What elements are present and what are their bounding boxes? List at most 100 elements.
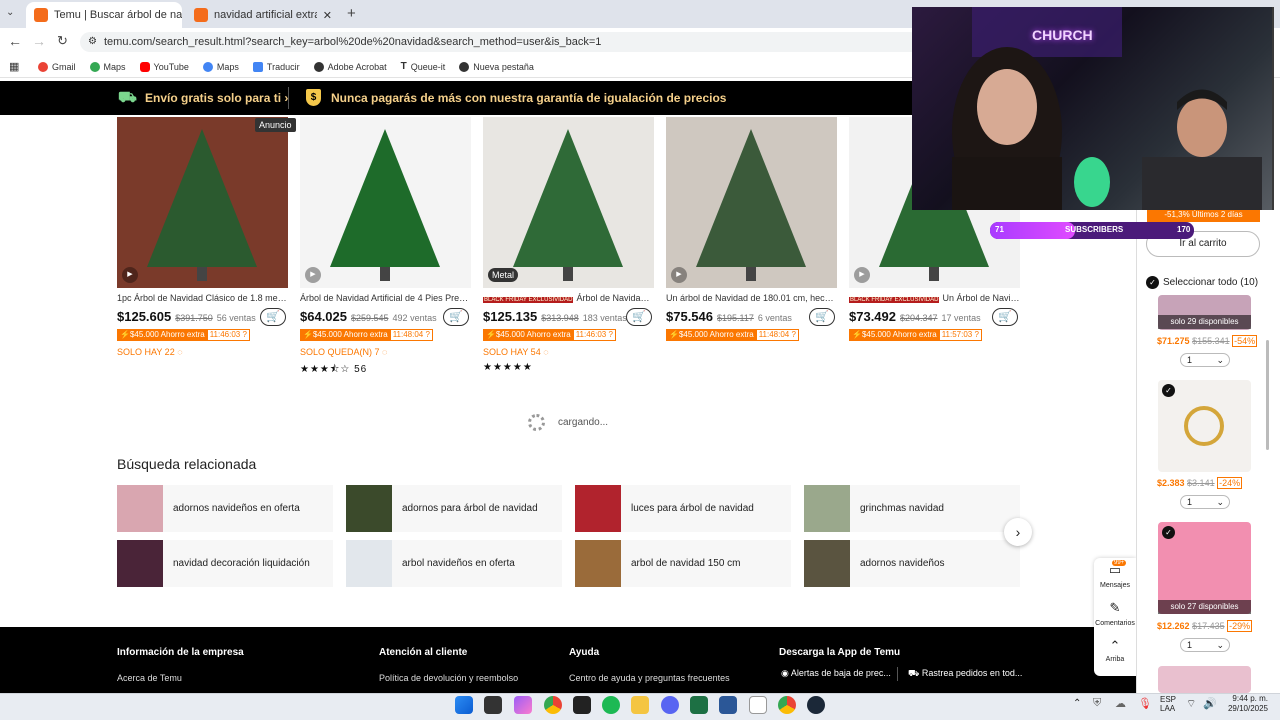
close-tab-icon[interactable]: ✕ — [323, 9, 332, 22]
epic-games-icon[interactable] — [573, 696, 591, 714]
cart-item-check-icon[interactable]: ✓ — [1162, 526, 1175, 539]
chevron-up-icon[interactable]: ⌃ — [1094, 638, 1136, 654]
cart-item-check-icon[interactable]: ✓ — [1162, 384, 1175, 397]
related-search-item[interactable]: adornos para árbol de navidad — [346, 485, 562, 532]
related-search-item[interactable]: luces para árbol de navidad — [575, 485, 791, 532]
new-tab-plus-icon[interactable]: + — [347, 5, 356, 22]
volume-icon[interactable]: 🔊 — [1203, 697, 1217, 710]
cart-item-image[interactable] — [1158, 666, 1251, 693]
related-search-item[interactable]: navidad decoración liquidación — [117, 540, 333, 587]
word-icon[interactable] — [719, 696, 737, 714]
add-to-cart-button[interactable]: 🛒 — [260, 308, 286, 326]
tab-navidad-artificial[interactable]: navidad artificial extra base - Te ✕ — [186, 2, 340, 28]
bookmark-queue-it[interactable]: T Queue-it — [401, 61, 446, 72]
bookmark-youtube[interactable]: YouTube — [139, 61, 189, 72]
windows-start-icon[interactable] — [455, 696, 473, 714]
loading-text: cargando... — [558, 417, 609, 428]
add-to-cart-button[interactable]: 🛒 — [626, 308, 652, 326]
comments-label[interactable]: Comentarios — [1094, 620, 1136, 627]
apps-grid-icon[interactable]: ▦ — [9, 60, 19, 73]
footer-link[interactable]: Acerca de Temu — [117, 673, 182, 683]
url-text: temu.com/search_result.html?search_key=a… — [104, 36, 602, 48]
play-video-icon[interactable]: ▶ — [305, 267, 321, 283]
steam-icon[interactable] — [807, 696, 825, 714]
related-next-arrow-button[interactable]: › — [1004, 518, 1032, 546]
bookmark-adobe[interactable]: Adobe Acrobat — [313, 61, 387, 72]
price-alert-link[interactable]: ◉ Alertas de baja de prec... — [781, 668, 891, 679]
product-price: $125.605 $391.750 56 ventas — [117, 309, 256, 324]
star-rating: ★★★⯪☆ 56 — [300, 364, 368, 375]
quantity-select[interactable]: 1 ⌄ — [1180, 638, 1230, 652]
related-search-item[interactable]: arbol navideños en oferta — [346, 540, 562, 587]
back-to-top-label[interactable]: Arriba — [1094, 656, 1136, 663]
related-search-item[interactable]: adornos navideños — [804, 540, 1020, 587]
related-search-item[interactable]: grinchmas navidad — [804, 485, 1020, 532]
spotify-icon[interactable] — [602, 696, 620, 714]
related-search-item[interactable]: adornos navideños en oferta — [117, 485, 333, 532]
play-video-icon[interactable]: ▶ — [122, 267, 138, 283]
chrome-icon[interactable] — [544, 696, 562, 714]
back-arrow-icon[interactable]: ← — [8, 33, 22, 49]
chrome-profile-icon[interactable] — [778, 696, 796, 714]
product-title[interactable]: BLACK FRIDAY EXCLUSIVIDAD Un Árbol de Nav… — [849, 293, 1020, 303]
excel-icon[interactable] — [690, 696, 708, 714]
quantity-select[interactable]: 1 ⌄ — [1180, 495, 1230, 509]
product-title[interactable]: Árbol de Navidad Artificial de 4 Pies Pr… — [300, 293, 471, 303]
wifi-icon[interactable]: ⌔ — [1186, 697, 1196, 711]
footer-col-title: Ayuda — [569, 647, 600, 658]
select-all-label[interactable]: Seleccionar todo (10) — [1163, 277, 1258, 288]
footer-link[interactable]: Centro de ayuda y preguntas frecuentes — [569, 673, 730, 683]
file-explorer-icon[interactable] — [631, 696, 649, 714]
product-title[interactable]: BLACK FRIDAY EXCLUSIVIDAD Árbol de Navida… — [483, 293, 654, 303]
language-indicator[interactable]: ESP LAA — [1160, 695, 1176, 713]
product-image[interactable] — [483, 117, 654, 288]
add-to-cart-button[interactable]: 🛒 — [992, 308, 1018, 326]
related-thumbnail — [117, 485, 163, 532]
footer-link[interactable]: Política de devolución y reembolso — [379, 673, 518, 683]
add-to-cart-button[interactable]: 🛒 — [443, 308, 469, 326]
select-all-check-icon[interactable]: ✓ — [1146, 276, 1159, 289]
tab-list-chevron-icon[interactable]: ⌄ — [6, 7, 14, 18]
product-image[interactable] — [666, 117, 837, 288]
microphone-icon[interactable]: 🎙 — [1138, 697, 1152, 710]
footer-col-title: Atención al cliente — [379, 647, 468, 658]
product-image[interactable] — [300, 117, 471, 288]
site-info-icon[interactable]: ⚙ — [88, 32, 97, 52]
address-bar[interactable]: ⚙ temu.com/search_result.html?search_key… — [80, 32, 920, 52]
messages-label[interactable]: Mensajes — [1094, 582, 1136, 589]
black-friday-badge: BLACK FRIDAY EXCLUSIVIDAD — [849, 297, 940, 303]
tab-temu-search[interactable]: Temu | Buscar árbol de navidad ✕ — [26, 2, 182, 28]
add-to-cart-button[interactable]: 🛒 — [809, 308, 835, 326]
chevron-up-icon[interactable]: ⌃ — [1073, 698, 1081, 709]
bookmark-gmail[interactable]: Gmail — [38, 61, 76, 72]
product-title[interactable]: 1pc Árbol de Navidad Clásico de 1.8 metr… — [117, 293, 288, 303]
product-image[interactable] — [117, 117, 288, 288]
cart-item-price: $71.275 $155.341 -54% — [1157, 335, 1258, 347]
related-search-item[interactable]: arbol de navidad 150 cm — [575, 540, 791, 587]
cloud-icon[interactable]: ☁ — [1115, 697, 1126, 710]
black-friday-badge: BLACK FRIDAY EXCLUSIVIDAD — [483, 297, 574, 303]
security-icon[interactable]: ⛨ — [1093, 697, 1101, 710]
bookmark-maps-2[interactable]: Maps — [202, 61, 239, 72]
product-title[interactable]: Un árbol de Navidad de 180.01 cm, hecho … — [666, 293, 837, 303]
play-video-icon[interactable]: ▶ — [854, 267, 870, 283]
bookmark-nueva-pestana[interactable]: Nueva pestaña — [459, 61, 534, 72]
bookmark-traducir[interactable]: Traducir — [252, 61, 300, 72]
notes-app-icon[interactable] — [749, 696, 767, 714]
sidebar-scrollbar[interactable] — [1266, 340, 1269, 450]
comments-icon[interactable]: ✎ — [1094, 600, 1136, 616]
free-shipping-text[interactable]: Envío gratis solo para ti › — [145, 91, 288, 105]
copilot-icon[interactable] — [514, 696, 532, 714]
discord-icon[interactable] — [661, 696, 679, 714]
bookmark-maps[interactable]: Maps — [89, 61, 126, 72]
track-orders-link[interactable]: ⛟ Rastrea pedidos en tod... — [908, 668, 1022, 680]
forward-arrow-icon[interactable]: → — [32, 33, 46, 49]
reload-icon[interactable]: ↻ — [57, 33, 68, 49]
taskview-icon[interactable] — [484, 696, 502, 714]
play-video-icon[interactable]: ▶ — [671, 267, 687, 283]
webcam-scene — [952, 7, 1274, 217]
cart-item-stock: solo 27 disponibles — [1158, 600, 1251, 614]
quantity-select[interactable]: 1 ⌄ — [1180, 353, 1230, 367]
truck-icon: ⛟ — [908, 668, 920, 678]
clock[interactable]: 9:44 p. m. 29/10/2025 — [1222, 694, 1268, 714]
